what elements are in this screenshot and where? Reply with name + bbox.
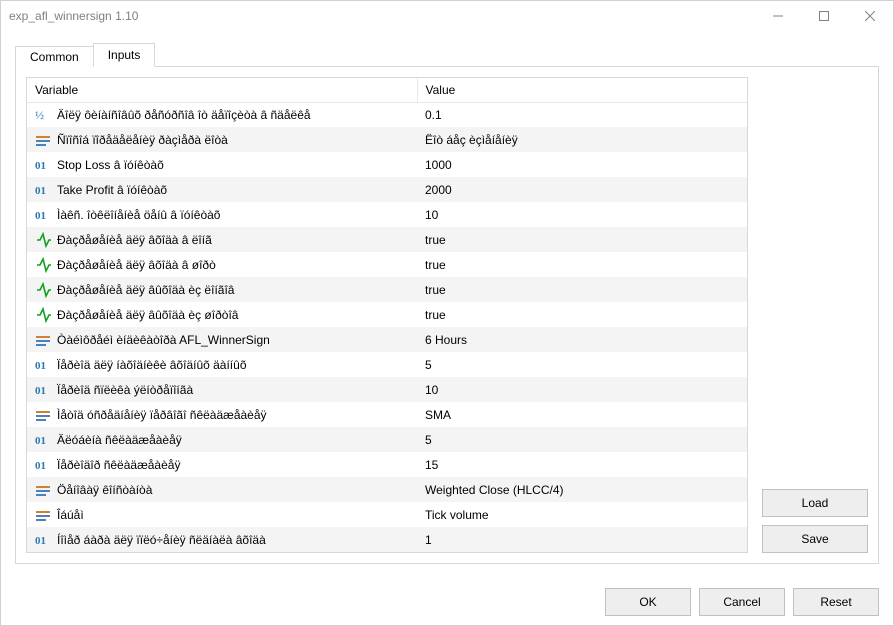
double-type-icon	[35, 107, 51, 123]
table-row[interactable]: Ïåðèîä äëÿ íàõîäíèêè âõîäíûõ äàííûõ 5	[27, 352, 747, 377]
cancel-button[interactable]: Cancel	[699, 588, 785, 616]
table-row[interactable]: Ðàçðåøåíèå äëÿ âõîäà â ëîíã true	[27, 227, 747, 252]
minimize-icon	[773, 11, 783, 21]
variable-value[interactable]: Weighted Close (HLCC/4)	[417, 477, 747, 502]
col-header-value[interactable]: Value	[417, 78, 747, 102]
variable-value[interactable]: SMA	[417, 402, 747, 427]
int-type-icon	[35, 357, 51, 373]
dialog-window: exp_afl_winnersign 1.10 Common Inputs	[0, 0, 894, 626]
table-row[interactable]: Ìàêñ. îòêëîíåíèå öåíû â ïóíêòàõ 10	[27, 202, 747, 227]
table-row[interactable]: Take Profit â ïóíêòàõ 2000	[27, 177, 747, 202]
variable-name: Ðàçðåøåíèå äëÿ âõîäà â øîðò	[57, 258, 216, 272]
variable-value[interactable]: true	[417, 302, 747, 327]
inputs-table-container: Variable Value Äîëÿ ôèíàíñîâûõ ðåñóðñîâ …	[26, 77, 748, 553]
variable-value[interactable]: true	[417, 227, 747, 252]
table-row[interactable]: Îáúåì Tick volume	[27, 502, 747, 527]
table-row[interactable]: Ñïîñîá ïîðåäåëåíèÿ ðàçìåðà ëîòà Ëîò áåç è…	[27, 127, 747, 152]
close-button[interactable]	[847, 1, 893, 30]
bool-type-icon	[35, 282, 51, 298]
variable-name: Ìåòîä óñðåäíåíèÿ ïåðâîãî ñêëàäæåàèåÿ	[57, 408, 267, 422]
table-row[interactable]: Ìåòîä óñðåäíåíèÿ ïåðâîãî ñêëàäæåàèåÿ SMA	[27, 402, 747, 427]
window-title: exp_afl_winnersign 1.10	[9, 9, 138, 23]
maximize-button[interactable]	[801, 1, 847, 30]
variable-name: Äîëÿ ôèíàíñîâûõ ðåñóðñîâ îò äåïîçèòà â ñ…	[57, 108, 311, 122]
string-type-icon	[35, 507, 51, 523]
side-buttons: Load Save	[762, 77, 868, 553]
table-row[interactable]: Öåíîâàÿ êîíñòàíòà Weighted Close (HLCC/4)	[27, 477, 747, 502]
table-row[interactable]: Ïåðèîäîð ñêëàäæåàèåÿ 15	[27, 452, 747, 477]
variable-value[interactable]: 2000	[417, 177, 747, 202]
variable-name: Îáúåì	[57, 508, 84, 522]
table-row[interactable]: Òàéìôðåéì èíäèêàòîðà AFL_WinnerSign 6 Hou…	[27, 327, 747, 352]
save-button[interactable]: Save	[762, 525, 868, 553]
int-type-icon	[35, 182, 51, 198]
table-row[interactable]: Ïåðèîä ñïëèêà ýëíòðåïîíãà 10	[27, 377, 747, 402]
table-header-row: Variable Value	[27, 78, 747, 102]
variable-name: Òàéìôðåéì èíäèêàòîðà AFL_WinnerSign	[57, 333, 270, 347]
int-type-icon	[35, 207, 51, 223]
variable-value[interactable]: 5	[417, 427, 747, 452]
window-controls	[755, 1, 893, 30]
int-type-icon	[35, 532, 51, 548]
titlebar: exp_afl_winnersign 1.10	[1, 1, 893, 30]
int-type-icon	[35, 457, 51, 473]
load-button[interactable]: Load	[762, 489, 868, 517]
variable-name: Ðàçðåøåíèå äëÿ âõîäà â ëîíã	[57, 233, 212, 247]
variable-value[interactable]: 10	[417, 377, 747, 402]
variable-name: Ðàçðåøåíèå äëÿ âûõîäà èç ëîíãîâ	[57, 283, 234, 297]
variable-value[interactable]: 0.1	[417, 102, 747, 127]
col-header-variable[interactable]: Variable	[27, 78, 417, 102]
variable-value[interactable]: 6 Hours	[417, 327, 747, 352]
variable-name: Ðàçðåøåíèå äëÿ âûõîäà èç øîðòîâ	[57, 308, 238, 322]
variable-value[interactable]: true	[417, 252, 747, 277]
variable-value[interactable]: 1	[417, 527, 747, 552]
variable-name: Ïåðèîäîð ñêëàäæåàèåÿ	[57, 458, 180, 472]
variable-name: Ïåðèîä äëÿ íàõîäíèêè âõîäíûõ äàííûõ	[57, 358, 247, 372]
bool-type-icon	[35, 257, 51, 273]
variable-name: Take Profit â ïóíêòàõ	[57, 183, 167, 197]
content-area: Common Inputs Variable Value Äîëÿ ôèíàíñ…	[1, 30, 893, 578]
int-type-icon	[35, 382, 51, 398]
inputs-table: Variable Value Äîëÿ ôèíàíñîâûõ ðåñóðñîâ …	[27, 78, 747, 552]
variable-name: Ñïîñîá ïîðåäåëåíèÿ ðàçìåðà ëîòà	[57, 133, 228, 147]
tab-common[interactable]: Common	[15, 46, 94, 67]
variable-value[interactable]: Tick volume	[417, 502, 747, 527]
variable-value[interactable]: 10	[417, 202, 747, 227]
minimize-button[interactable]	[755, 1, 801, 30]
variable-value[interactable]: 15	[417, 452, 747, 477]
maximize-icon	[819, 11, 829, 21]
table-row[interactable]: Ðàçðåøåíèå äëÿ âûõîäà èç ëîíãîâ true	[27, 277, 747, 302]
table-row[interactable]: Ðàçðåøåíèå äëÿ âûõîäà èç øîðòîâ true	[27, 302, 747, 327]
variable-name: Stop Loss â ïóíêòàõ	[57, 158, 164, 172]
variable-value[interactable]: true	[417, 277, 747, 302]
ok-button[interactable]: OK	[605, 588, 691, 616]
table-row[interactable]: Äîëÿ ôèíàíñîâûõ ðåñóðñîâ îò äåïîçèòà â ñ…	[27, 102, 747, 127]
tab-panel-inputs: Variable Value Äîëÿ ôèíàíñîâûõ ðåñóðñîâ …	[15, 66, 879, 564]
tabstrip: Common Inputs	[15, 40, 879, 66]
variable-value[interactable]: Ëîò áåç èçìåíåíèÿ	[417, 127, 747, 152]
string-type-icon	[35, 482, 51, 498]
variable-name: Äëóáèíà ñêëàäæåàèåÿ	[57, 433, 182, 447]
variable-value[interactable]: 1000	[417, 152, 747, 177]
table-row[interactable]: Íîìåð áàðà äëÿ ïïëó÷åíèÿ ñëäíàëà âõîäà 1	[27, 527, 747, 552]
variable-name: Íîìåð áàðà äëÿ ïïëó÷åíèÿ ñëäíàëà âõîäà	[57, 533, 266, 547]
int-type-icon	[35, 157, 51, 173]
tab-inputs[interactable]: Inputs	[93, 43, 156, 67]
close-icon	[865, 11, 875, 21]
table-row[interactable]: Äëóáèíà ñêëàäæåàèåÿ 5	[27, 427, 747, 452]
variable-value[interactable]: 5	[417, 352, 747, 377]
table-row[interactable]: Stop Loss â ïóíêòàõ 1000	[27, 152, 747, 177]
bool-type-icon	[35, 307, 51, 323]
variable-name: Öåíîâàÿ êîíñòàíòà	[57, 483, 152, 497]
reset-button[interactable]: Reset	[793, 588, 879, 616]
int-type-icon	[35, 432, 51, 448]
string-type-icon	[35, 407, 51, 423]
table-row[interactable]: Ðàçðåøåíèå äëÿ âõîäà â øîðò true	[27, 252, 747, 277]
variable-name: Ìàêñ. îòêëîíåíèå öåíû â ïóíêòàõ	[57, 208, 220, 222]
variable-name: Ïåðèîä ñïëèêà ýëíòðåïîíãà	[57, 383, 193, 397]
dialog-footer: OK Cancel Reset	[1, 578, 893, 625]
string-type-icon	[35, 332, 51, 348]
string-type-icon	[35, 132, 51, 148]
bool-type-icon	[35, 232, 51, 248]
